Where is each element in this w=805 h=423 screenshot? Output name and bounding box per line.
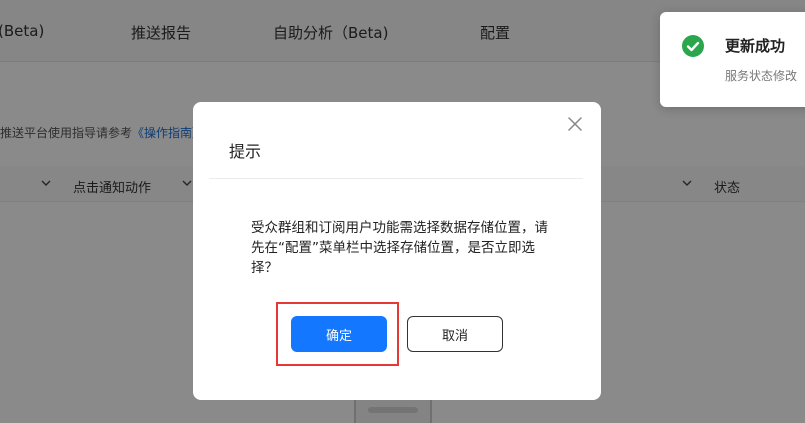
confirm-button[interactable]: 确定 [291, 316, 387, 352]
check-circle-icon [682, 35, 704, 57]
success-toast: 更新成功 服务状态修改 [660, 12, 805, 107]
prompt-dialog: 提示 受众群组和订阅用户功能需选择数据存储位置，请先在“配置”菜单栏中选择存储位… [193, 102, 601, 400]
cancel-button[interactable]: 取消 [407, 316, 503, 352]
toast-title: 更新成功 [725, 37, 786, 55]
dialog-message: 受众群组和订阅用户功能需选择数据存储位置，请先在“配置”菜单栏中选择存储位置，是… [251, 220, 548, 276]
dialog-divider [209, 178, 583, 179]
toast-description: 服务状态修改 [725, 69, 798, 83]
close-icon[interactable] [567, 116, 583, 132]
dialog-title: 提示 [229, 142, 262, 161]
